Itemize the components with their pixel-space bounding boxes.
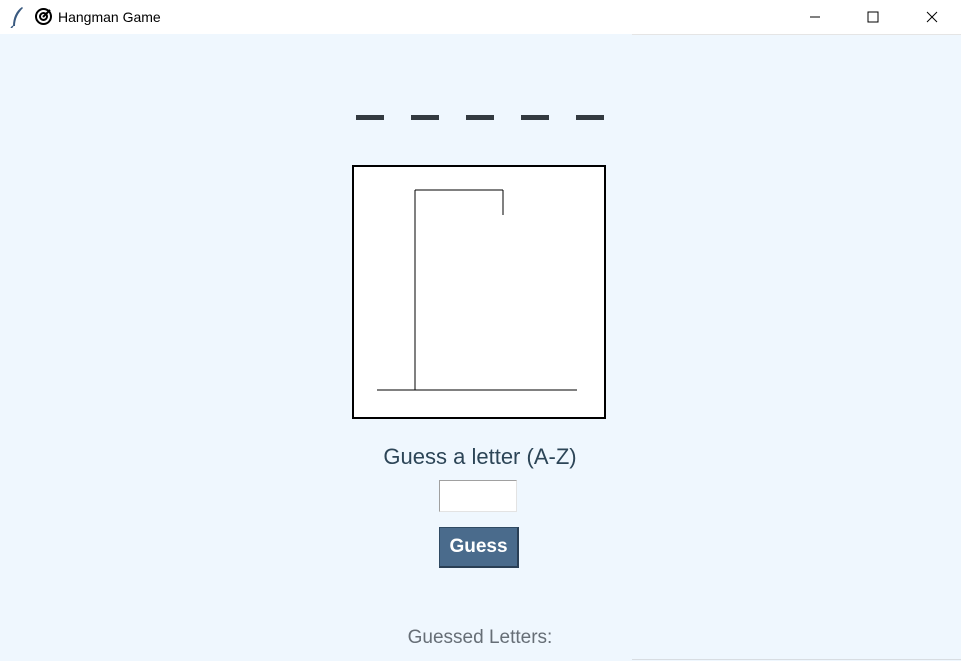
close-button[interactable] — [909, 0, 955, 34]
masked-word-letters — [356, 115, 604, 120]
letter-entry[interactable] — [439, 480, 517, 512]
letter-slot-4 — [576, 115, 604, 120]
guessed-letters-label: Guessed Letters: — [407, 627, 553, 648]
minimize-icon — [810, 16, 820, 18]
maximize-button[interactable] — [850, 0, 896, 34]
target-icon — [35, 8, 52, 25]
masked-word-display — [356, 115, 604, 120]
guess-prompt-label: Guess a letter (A-Z) — [383, 444, 577, 469]
window-title: Hangman Game — [58, 9, 161, 25]
close-icon — [926, 11, 938, 23]
gallows-canvas — [352, 165, 606, 419]
feather-icon — [10, 7, 23, 28]
letter-slot-0 — [356, 115, 384, 120]
guess-button[interactable]: Guess — [439, 527, 519, 568]
letter-slot-1 — [411, 115, 439, 120]
minimize-button[interactable] — [792, 0, 838, 34]
gallows-drawing — [377, 189, 577, 391]
window-titlebar[interactable]: Hangman Game — [0, 0, 961, 34]
window-bottom-divider — [632, 659, 961, 660]
letter-slot-2 — [466, 115, 494, 120]
maximize-icon — [867, 11, 879, 23]
letter-slot-3 — [521, 115, 549, 120]
